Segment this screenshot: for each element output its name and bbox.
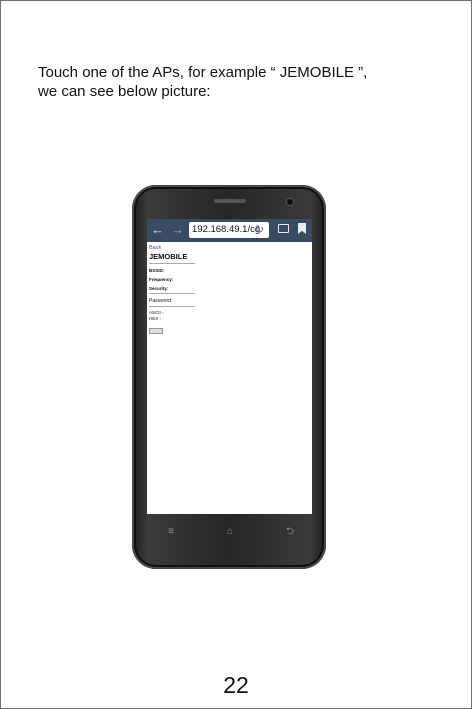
back-arrow-icon[interactable]: ← [151, 222, 164, 238]
password-label: Password: [149, 298, 173, 304]
phone-illustration: ← → 192.168.49.1/cg ↻ Back JEMOBILE BSSI… [132, 185, 326, 569]
bookmark-icon[interactable] [298, 223, 306, 234]
page-number: 22 [223, 672, 249, 698]
return-icon[interactable]: ⮌ [283, 525, 297, 539]
intro-text: Touch one of the APs, for example “ JEMO… [38, 63, 438, 101]
hex-radio[interactable]: HEX ◦ [149, 316, 310, 322]
frequency-label: Frequency: [149, 277, 174, 282]
earpiece [214, 199, 246, 203]
browser-toolbar: ← → 192.168.49.1/cg ↻ [147, 219, 312, 242]
bssid-label: BSSID: [149, 268, 165, 273]
page-content: Back JEMOBILE BSSID: Frequency: Security… [147, 242, 312, 334]
tabs-icon[interactable] [278, 224, 289, 233]
front-camera [286, 198, 294, 206]
forward-arrow-icon[interactable]: → [171, 222, 184, 238]
divider [149, 293, 195, 294]
divider [149, 263, 195, 264]
back-link[interactable]: Back [149, 245, 310, 252]
ssid-title: JEMOBILE [149, 252, 188, 261]
home-icon[interactable]: ⌂ [223, 525, 237, 539]
intro-line-1: Touch one of the APs, for example “ JEMO… [38, 64, 368, 81]
reload-icon[interactable]: ↻ [255, 223, 264, 237]
submit-button[interactable] [149, 328, 163, 334]
security-label: Security: [149, 286, 169, 291]
password-field[interactable] [149, 306, 195, 307]
menu-icon[interactable]: ≡ [164, 525, 178, 539]
phone-nav-bar: ≡ ⌂ ⮌ [147, 525, 312, 541]
intro-line-2: we can see below picture: [38, 83, 211, 100]
phone-screen: ← → 192.168.49.1/cg ↻ Back JEMOBILE BSSI… [147, 219, 312, 514]
